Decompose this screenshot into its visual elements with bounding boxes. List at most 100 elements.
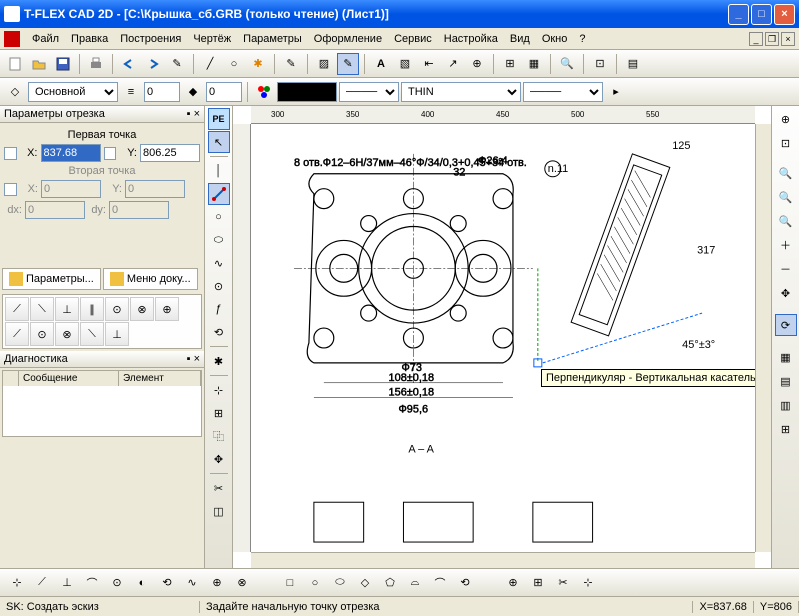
menu-file[interactable]: Файл <box>26 31 65 47</box>
snap-btn-9[interactable]: ⊙ <box>30 322 54 346</box>
layers-button[interactable]: ▤ <box>622 53 644 75</box>
menu-params[interactable]: Параметры <box>237 31 308 47</box>
star-tool[interactable]: ✱ <box>247 53 269 75</box>
print-button[interactable] <box>85 53 107 75</box>
snap-btn-3[interactable]: ⊥ <box>55 297 79 321</box>
menu-service[interactable]: Сервис <box>388 31 438 47</box>
y1-input[interactable] <box>140 144 200 162</box>
line-tool[interactable]: ╱ <box>199 53 221 75</box>
menu-build[interactable]: Построения <box>114 31 187 47</box>
elem-button[interactable]: ⊡ <box>589 53 611 75</box>
mdi-close[interactable]: × <box>781 32 795 46</box>
circle-tool[interactable]: ○ <box>223 53 245 75</box>
level0-input[interactable] <box>144 82 180 102</box>
redo-button[interactable] <box>142 53 164 75</box>
grid-tool[interactable]: ▦ <box>523 53 545 75</box>
close-button[interactable]: × <box>774 4 795 25</box>
note-tool[interactable]: ↗ <box>442 53 464 75</box>
dim-tool[interactable]: ⇤ <box>418 53 440 75</box>
refresh-button[interactable]: ⟳ <box>775 314 797 336</box>
scrollbar-vertical[interactable] <box>755 124 771 552</box>
y1-checkbox[interactable] <box>104 147 117 160</box>
bbtn-1[interactable]: ⊹ <box>6 572 28 594</box>
color-combo[interactable] <box>277 82 337 102</box>
path-tool[interactable]: ⟲ <box>208 321 230 343</box>
bbtn-22[interactable]: ⊹ <box>577 572 599 594</box>
bbtn-4[interactable]: ⌒ <box>81 572 103 594</box>
undo-button[interactable] <box>118 53 140 75</box>
level-icon[interactable]: ≡ <box>120 81 142 103</box>
snap-btn-1[interactable]: ⟋ <box>5 297 29 321</box>
panel-pin-icon[interactable]: ▪ × <box>187 108 200 120</box>
diag-col-msg[interactable]: Сообщение <box>19 371 119 386</box>
bbtn-16[interactable]: ⌓ <box>404 572 426 594</box>
bbtn-8[interactable]: ∿ <box>181 572 203 594</box>
snap-btn-7[interactable]: ⊕ <box>155 297 179 321</box>
snap-btn-2[interactable]: ⟍ <box>30 297 54 321</box>
menu-help[interactable]: ? <box>573 31 591 47</box>
color-icon[interactable] <box>253 81 275 103</box>
zoom-btn-3[interactable]: 🔍 <box>775 210 797 232</box>
open-button[interactable] <box>28 53 50 75</box>
cursor-tool[interactable]: ↖ <box>208 131 230 153</box>
view-btn-a[interactable]: ▦ <box>775 346 797 368</box>
hatch-tool[interactable]: ▨ <box>313 53 335 75</box>
break-tool[interactable]: ◫ <box>208 500 230 522</box>
vcircle-tool[interactable]: ○ <box>208 206 230 228</box>
segment-tool[interactable] <box>208 183 230 205</box>
menu-format[interactable]: Оформление <box>308 31 388 47</box>
text-tool[interactable]: A <box>370 53 392 75</box>
axis-tool[interactable]: ⊹ <box>208 379 230 401</box>
func-tool[interactable]: ƒ <box>208 298 230 320</box>
balloon-tool[interactable]: ⊕ <box>466 53 488 75</box>
bbtn-10[interactable]: ⊗ <box>231 572 253 594</box>
bbtn-9[interactable]: ⊕ <box>206 572 228 594</box>
scrollbar-horizontal[interactable] <box>251 552 755 568</box>
snap-btn-10[interactable]: ⊗ <box>55 322 79 346</box>
pan-button[interactable]: ✥ <box>775 282 797 304</box>
drawing-canvas[interactable]: 108±0,18 156±0,18 Ф73 Ф95,6 Ф26,4 32 8 о… <box>251 124 755 552</box>
bbtn-15[interactable]: ⬠ <box>379 572 401 594</box>
menu-edit[interactable]: Правка <box>65 31 114 47</box>
zoom-in-button[interactable]: ＋ <box>775 234 797 256</box>
pe-button[interactable]: PE <box>208 108 230 130</box>
bbtn-21[interactable]: ✂ <box>552 572 574 594</box>
layer-combo[interactable]: Основной <box>28 82 118 102</box>
bbtn-2[interactable]: ⟋ <box>31 572 53 594</box>
snap-btn-8[interactable]: ⟋ <box>5 322 29 346</box>
tab-params[interactable]: Параметры... <box>2 268 101 290</box>
level-icon2[interactable]: ◆ <box>182 81 204 103</box>
zoom-out-button[interactable]: － <box>775 258 797 280</box>
snap-btn-5[interactable]: ⊙ <box>105 297 129 321</box>
arrow-button[interactable]: ▸ <box>605 81 627 103</box>
mdi-restore[interactable]: ❐ <box>765 32 779 46</box>
ellipse-tool[interactable]: ⬭ <box>208 229 230 251</box>
hatch2-tool[interactable]: ▧ <box>394 53 416 75</box>
pattern-tool[interactable]: ⊞ <box>208 402 230 424</box>
maximize-button[interactable]: □ <box>751 4 772 25</box>
bbtn-3[interactable]: ⊥ <box>56 572 78 594</box>
sketch-button[interactable]: ✎ <box>166 53 188 75</box>
offset-tool[interactable]: ⊙ <box>208 275 230 297</box>
spline-tool[interactable]: ∿ <box>208 252 230 274</box>
cut-tool[interactable]: ✂ <box>208 477 230 499</box>
zoom-button[interactable]: 🔍 <box>556 53 578 75</box>
bbtn-5[interactable]: ⊙ <box>106 572 128 594</box>
zoom-fit-button[interactable]: ⊕ <box>775 108 797 130</box>
menu-window[interactable]: Окно <box>536 31 574 47</box>
snap-btn-11[interactable]: ⟍ <box>80 322 104 346</box>
bbtn-12[interactable]: ○ <box>304 572 326 594</box>
menu-setup[interactable]: Настройка <box>438 31 504 47</box>
diag-close-icon[interactable]: ▪ × <box>187 353 200 365</box>
linestyle-combo[interactable]: ──── <box>339 82 399 102</box>
pencil-tool[interactable]: ✎ <box>280 53 302 75</box>
view-btn-d[interactable]: ⊞ <box>775 418 797 440</box>
linetype-combo[interactable]: THIN <box>401 82 521 102</box>
bbtn-13[interactable]: ⬭ <box>329 572 351 594</box>
snap-btn-4[interactable]: ∥ <box>80 297 104 321</box>
new-button[interactable] <box>4 53 26 75</box>
bbtn-11[interactable]: □ <box>279 572 301 594</box>
zoom-btn-1[interactable]: 🔍 <box>775 162 797 184</box>
zoom-window-button[interactable]: ⊡ <box>775 132 797 154</box>
menu-view[interactable]: Вид <box>504 31 536 47</box>
